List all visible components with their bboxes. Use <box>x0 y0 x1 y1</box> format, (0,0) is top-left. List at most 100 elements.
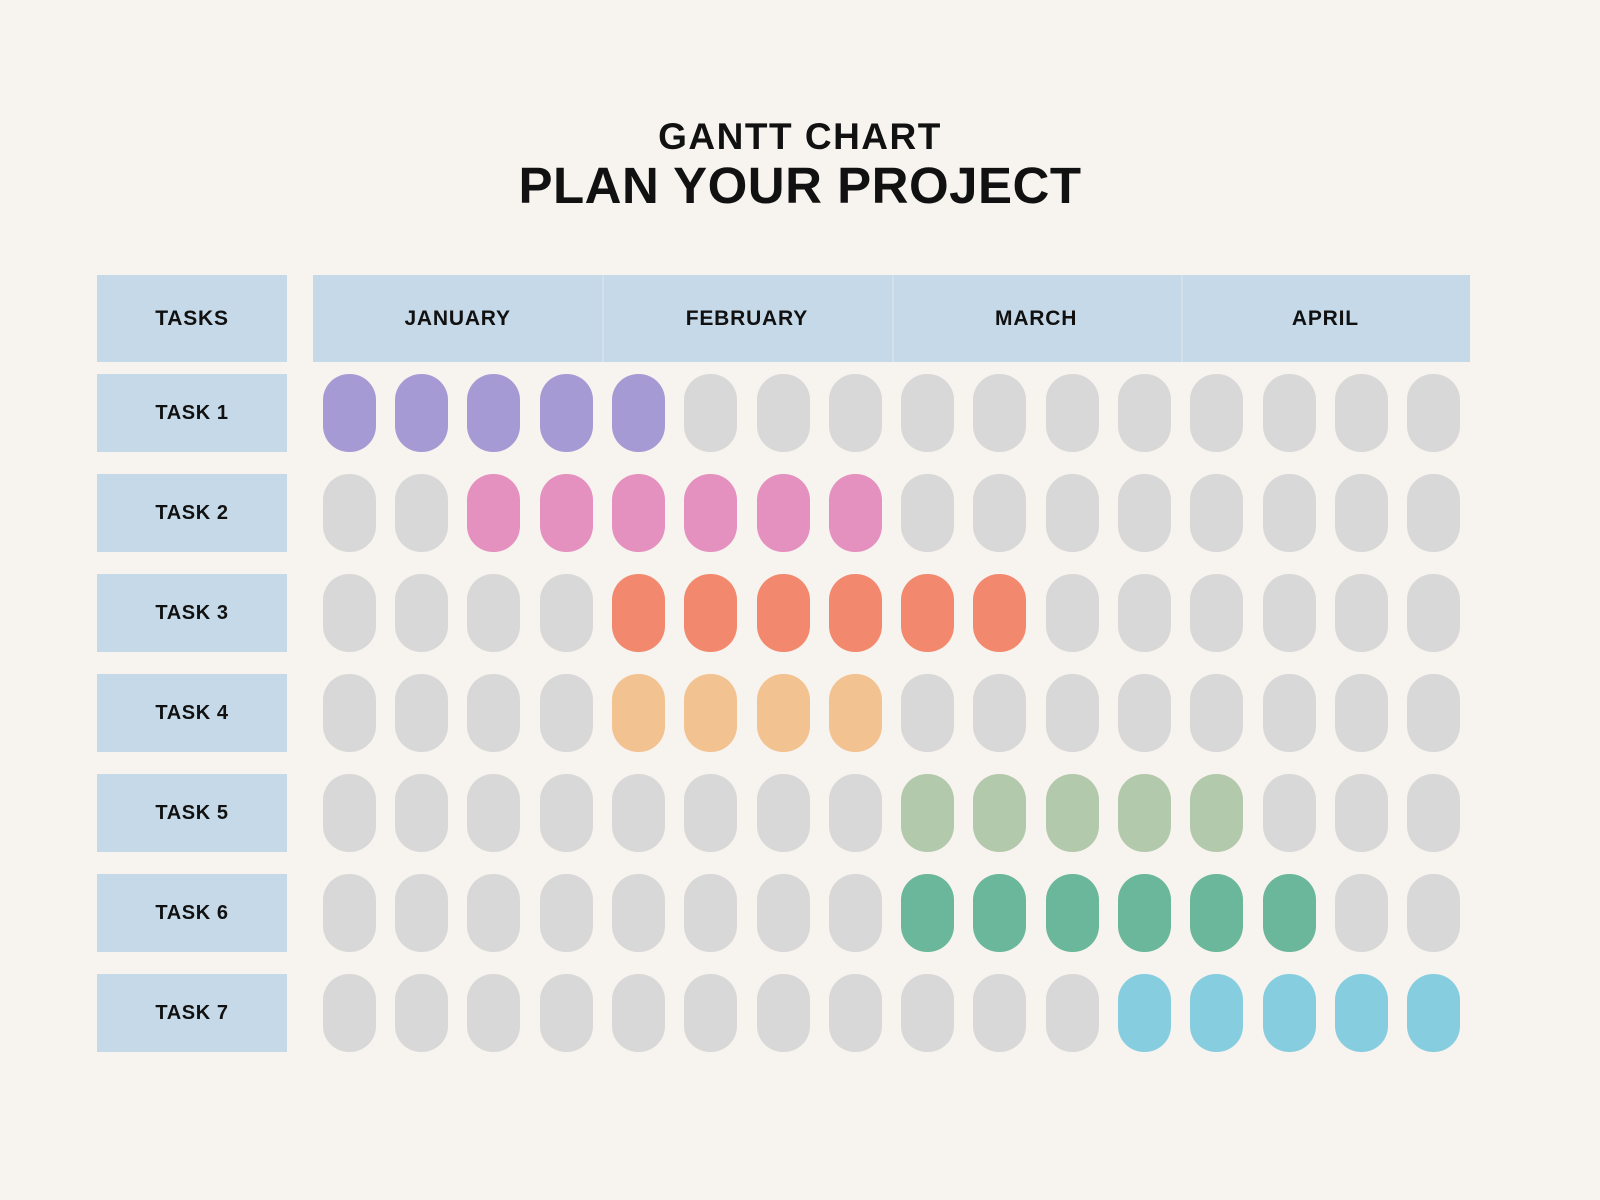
empty-slot[interactable] <box>540 874 593 952</box>
empty-slot[interactable] <box>467 774 520 852</box>
task-bar-segment[interactable] <box>540 374 593 452</box>
task-bar-segment[interactable] <box>973 874 1026 952</box>
task-bar-segment[interactable] <box>1263 974 1316 1052</box>
empty-slot[interactable] <box>323 774 376 852</box>
task-bar-segment[interactable] <box>757 574 810 652</box>
task-bar-segment[interactable] <box>323 374 376 452</box>
empty-slot[interactable] <box>1263 674 1316 752</box>
empty-slot[interactable] <box>1190 574 1243 652</box>
task-bar-segment[interactable] <box>757 674 810 752</box>
empty-slot[interactable] <box>1046 374 1099 452</box>
empty-slot[interactable] <box>467 874 520 952</box>
task-bar-segment[interactable] <box>612 674 665 752</box>
empty-slot[interactable] <box>684 774 737 852</box>
task-label-cell[interactable]: TASK 1 <box>97 374 287 452</box>
task-bar-segment[interactable] <box>612 474 665 552</box>
empty-slot[interactable] <box>1046 474 1099 552</box>
empty-slot[interactable] <box>1335 574 1388 652</box>
task-bar-segment[interactable] <box>1190 874 1243 952</box>
empty-slot[interactable] <box>1190 374 1243 452</box>
task-bar-segment[interactable] <box>467 374 520 452</box>
task-label-cell[interactable]: TASK 4 <box>97 674 287 752</box>
empty-slot[interactable] <box>1263 374 1316 452</box>
empty-slot[interactable] <box>612 774 665 852</box>
empty-slot[interactable] <box>1263 774 1316 852</box>
empty-slot[interactable] <box>684 974 737 1052</box>
empty-slot[interactable] <box>1407 774 1460 852</box>
task-label-cell[interactable]: TASK 2 <box>97 474 287 552</box>
task-bar-segment[interactable] <box>467 474 520 552</box>
task-bar-segment[interactable] <box>684 674 737 752</box>
empty-slot[interactable] <box>323 574 376 652</box>
empty-slot[interactable] <box>395 774 448 852</box>
empty-slot[interactable] <box>757 874 810 952</box>
empty-slot[interactable] <box>901 374 954 452</box>
task-bar-segment[interactable] <box>901 774 954 852</box>
task-bar-segment[interactable] <box>395 374 448 452</box>
empty-slot[interactable] <box>612 974 665 1052</box>
empty-slot[interactable] <box>323 874 376 952</box>
task-bar-segment[interactable] <box>540 474 593 552</box>
empty-slot[interactable] <box>1046 574 1099 652</box>
empty-slot[interactable] <box>323 474 376 552</box>
empty-slot[interactable] <box>829 374 882 452</box>
task-bar-segment[interactable] <box>1407 974 1460 1052</box>
task-label-cell[interactable]: TASK 6 <box>97 874 287 952</box>
empty-slot[interactable] <box>829 974 882 1052</box>
empty-slot[interactable] <box>395 874 448 952</box>
empty-slot[interactable] <box>1118 474 1171 552</box>
empty-slot[interactable] <box>1335 674 1388 752</box>
empty-slot[interactable] <box>1335 774 1388 852</box>
empty-slot[interactable] <box>684 374 737 452</box>
task-bar-segment[interactable] <box>1190 774 1243 852</box>
empty-slot[interactable] <box>395 674 448 752</box>
task-label-cell[interactable]: TASK 3 <box>97 574 287 652</box>
empty-slot[interactable] <box>757 974 810 1052</box>
empty-slot[interactable] <box>1263 474 1316 552</box>
empty-slot[interactable] <box>1046 974 1099 1052</box>
task-bar-segment[interactable] <box>1118 974 1171 1052</box>
task-label-cell[interactable]: TASK 5 <box>97 774 287 852</box>
empty-slot[interactable] <box>1190 674 1243 752</box>
task-bar-segment[interactable] <box>973 774 1026 852</box>
empty-slot[interactable] <box>467 574 520 652</box>
task-bar-segment[interactable] <box>1190 974 1243 1052</box>
task-bar-segment[interactable] <box>1118 874 1171 952</box>
empty-slot[interactable] <box>901 974 954 1052</box>
empty-slot[interactable] <box>973 674 1026 752</box>
empty-slot[interactable] <box>540 574 593 652</box>
empty-slot[interactable] <box>395 974 448 1052</box>
task-bar-segment[interactable] <box>829 674 882 752</box>
empty-slot[interactable] <box>1046 674 1099 752</box>
empty-slot[interactable] <box>540 674 593 752</box>
empty-slot[interactable] <box>612 874 665 952</box>
empty-slot[interactable] <box>540 774 593 852</box>
empty-slot[interactable] <box>323 974 376 1052</box>
empty-slot[interactable] <box>1263 574 1316 652</box>
empty-slot[interactable] <box>973 474 1026 552</box>
empty-slot[interactable] <box>467 974 520 1052</box>
empty-slot[interactable] <box>973 974 1026 1052</box>
empty-slot[interactable] <box>395 474 448 552</box>
empty-slot[interactable] <box>1335 474 1388 552</box>
task-bar-segment[interactable] <box>612 574 665 652</box>
empty-slot[interactable] <box>1407 874 1460 952</box>
empty-slot[interactable] <box>1118 374 1171 452</box>
task-bar-segment[interactable] <box>829 474 882 552</box>
task-label-cell[interactable]: TASK 7 <box>97 974 287 1052</box>
empty-slot[interactable] <box>757 774 810 852</box>
task-bar-segment[interactable] <box>1046 874 1099 952</box>
empty-slot[interactable] <box>901 674 954 752</box>
task-bar-segment[interactable] <box>684 474 737 552</box>
task-bar-segment[interactable] <box>684 574 737 652</box>
empty-slot[interactable] <box>684 874 737 952</box>
empty-slot[interactable] <box>901 474 954 552</box>
task-bar-segment[interactable] <box>1046 774 1099 852</box>
empty-slot[interactable] <box>467 674 520 752</box>
empty-slot[interactable] <box>1407 374 1460 452</box>
task-bar-segment[interactable] <box>973 574 1026 652</box>
empty-slot[interactable] <box>757 374 810 452</box>
empty-slot[interactable] <box>1335 874 1388 952</box>
task-bar-segment[interactable] <box>901 874 954 952</box>
empty-slot[interactable] <box>323 674 376 752</box>
